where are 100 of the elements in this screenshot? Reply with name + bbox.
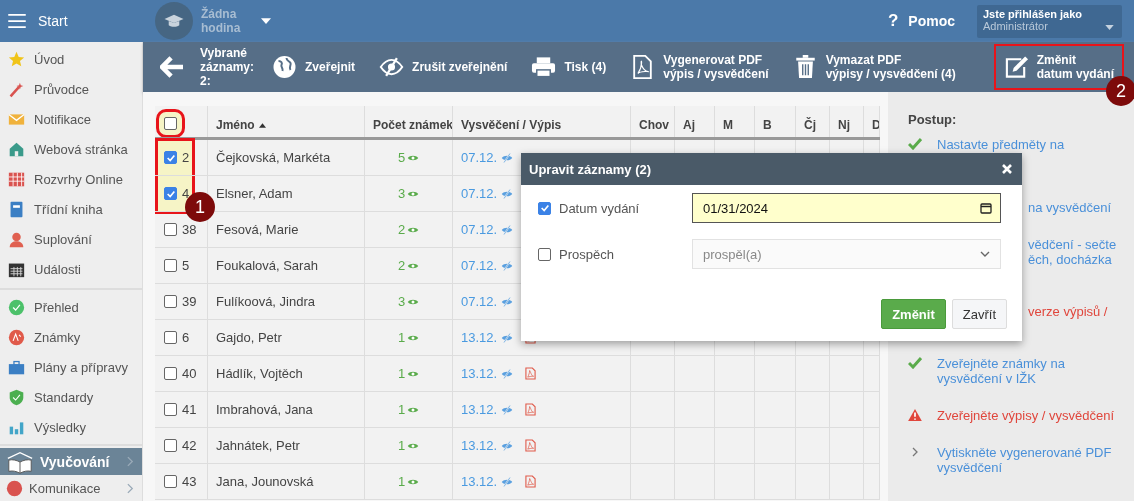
checkbox[interactable] — [164, 223, 177, 236]
step-link[interactable]: Zveřejněte výpisy / vysvědčení — [937, 408, 1115, 423]
sidebar-item[interactable]: Plány a přípravy — [0, 352, 142, 382]
row-number: 39 — [182, 294, 197, 309]
close-icon[interactable] — [1002, 164, 1012, 174]
sidebar-item[interactable]: Průvodce — [0, 74, 142, 104]
certificate-date[interactable]: 07.12. — [461, 222, 498, 237]
row-number: 43 — [182, 474, 197, 489]
sidebar-item[interactable]: Třídní kniha — [0, 194, 142, 224]
row-number: 38 — [182, 222, 197, 237]
sidebar-section[interactable]: Komunikace — [0, 475, 142, 501]
sidebar-item[interactable]: Notifikace — [0, 104, 142, 134]
student-name: Jahnátek, Petr — [208, 428, 365, 463]
checkbox[interactable] — [164, 439, 177, 452]
checkbox[interactable] — [164, 331, 177, 344]
checkbox[interactable] — [164, 151, 177, 164]
step-link[interactable]: na vysvědčení — [1028, 200, 1112, 215]
row-number: 41 — [182, 402, 197, 417]
confirm-button[interactable]: Změnit — [881, 299, 946, 329]
toolbar-button[interactable]: Tisk (4) — [525, 44, 613, 90]
sidebar-item[interactable]: Standardy — [0, 382, 142, 412]
eye-icon[interactable] — [407, 369, 420, 378]
help-link[interactable]: Pomoc — [908, 13, 955, 29]
grade-count: 1 — [397, 402, 406, 417]
checkbox[interactable] — [164, 259, 177, 272]
toolbar-button[interactable]: Vymazat PDF výpisy / vysvědčení (4) — [786, 44, 962, 90]
toolbar-button[interactable]: Zveřejnit — [266, 44, 362, 90]
checkbox[interactable] — [538, 247, 551, 261]
sidebar-item[interactable]: Známky — [0, 322, 142, 352]
user-menu[interactable]: Jste přihlášen jako Administrátor — [977, 4, 1122, 38]
printer-icon — [531, 55, 557, 79]
checkbox[interactable] — [164, 403, 177, 416]
sidebar-section[interactable]: Vyučování — [0, 448, 142, 475]
timetable-icon — [8, 170, 25, 188]
certificate-date[interactable]: 13.12. — [461, 402, 498, 417]
step-link[interactable]: Zveřejněte známky na vysvědčení v IŽK — [937, 356, 1124, 386]
eye-icon[interactable] — [407, 261, 420, 270]
pdf-file-icon[interactable] — [525, 367, 537, 380]
dropdown-field[interactable]: prospěl(a) — [692, 239, 1001, 269]
checkbox[interactable] — [164, 187, 177, 200]
caret-icon[interactable] — [261, 17, 271, 25]
eye-icon[interactable] — [407, 225, 420, 234]
house-icon — [8, 140, 25, 158]
date-field[interactable]: 01/31/2024 — [692, 193, 1001, 223]
person-icon — [8, 230, 25, 248]
sidebar-item[interactable]: Rozvrhy Online — [0, 164, 142, 194]
sidebar-item[interactable]: Výsledky — [0, 412, 142, 442]
chevron-icon — [127, 483, 134, 494]
grade-circle-icon — [8, 328, 25, 346]
step-link[interactable]: Vytiskněte vygenerované PDF vysvědčení — [937, 445, 1124, 475]
close-button[interactable]: Zavřít — [951, 299, 1007, 329]
checkbox[interactable] — [538, 201, 551, 215]
checkbox[interactable] — [164, 367, 177, 380]
sidebar-item[interactable]: Suplování — [0, 224, 142, 254]
certificate-date[interactable]: 13.12. — [461, 438, 498, 453]
certificate-date[interactable]: 13.12. — [461, 330, 498, 345]
start-label[interactable]: Start — [38, 13, 68, 29]
certificate-date[interactable]: 07.12. — [461, 258, 498, 273]
certificate-date[interactable]: 13.12. — [461, 366, 498, 381]
chevron-down-icon — [980, 251, 990, 257]
calendar-icon[interactable] — [980, 202, 992, 214]
eye-icon[interactable] — [407, 153, 420, 162]
step-link[interactable]: Nastavte předměty na — [937, 137, 1065, 152]
selection-label: Vybrané záznamy: 2: — [200, 46, 255, 88]
pdf-file-icon[interactable] — [525, 475, 537, 488]
sidebar-item[interactable]: Webová stránka — [0, 134, 142, 164]
check-circle-icon — [8, 298, 25, 316]
student-name: Fulíkoová, Jindra — [208, 284, 365, 319]
field-label: Datum vydání — [559, 200, 641, 216]
back-arrow-icon[interactable] — [160, 56, 184, 78]
help-button[interactable]: ? — [887, 11, 899, 31]
step-link[interactable]: verze výpisů / — [1028, 304, 1108, 319]
sidebar-item[interactable]: Přehled — [0, 292, 142, 322]
pdf-file-icon[interactable] — [525, 403, 537, 416]
sidebar-item[interactable]: Úvod — [0, 44, 142, 74]
eye-icon[interactable] — [407, 189, 420, 198]
pdf-file-icon[interactable] — [525, 439, 537, 452]
star-icon — [8, 50, 25, 68]
certificate-date[interactable]: 07.12. — [461, 186, 498, 201]
certificate-date[interactable]: 13.12. — [461, 474, 498, 489]
briefcase-icon — [8, 358, 25, 376]
eye-icon[interactable] — [407, 477, 420, 486]
eye-icon[interactable] — [407, 297, 420, 306]
certificate-date[interactable]: 07.12. — [461, 150, 498, 165]
grade-count: 2 — [397, 222, 406, 237]
menu-icon[interactable] — [8, 14, 26, 28]
row-number: 5 — [182, 258, 190, 273]
grade-count: 1 — [397, 438, 406, 453]
checkbox[interactable] — [164, 295, 177, 308]
grade-count: 1 — [397, 366, 406, 381]
eye-icon[interactable] — [407, 405, 420, 414]
sidebar-item[interactable]: Události — [0, 254, 142, 284]
eye-icon[interactable] — [407, 441, 420, 450]
step-link[interactable]: vědčení - sečte ěch, docházka — [1028, 237, 1117, 267]
checkbox[interactable] — [164, 475, 177, 488]
certificate-date[interactable]: 07.12. — [461, 294, 498, 309]
toolbar-button[interactable]: Vygenerovat PDF výpis / vysvědčení — [624, 44, 775, 90]
eye-icon[interactable] — [407, 333, 420, 342]
progress-title: Postup: — [908, 112, 958, 127]
toolbar-button[interactable]: Zrušit zveřejnění — [373, 44, 514, 90]
